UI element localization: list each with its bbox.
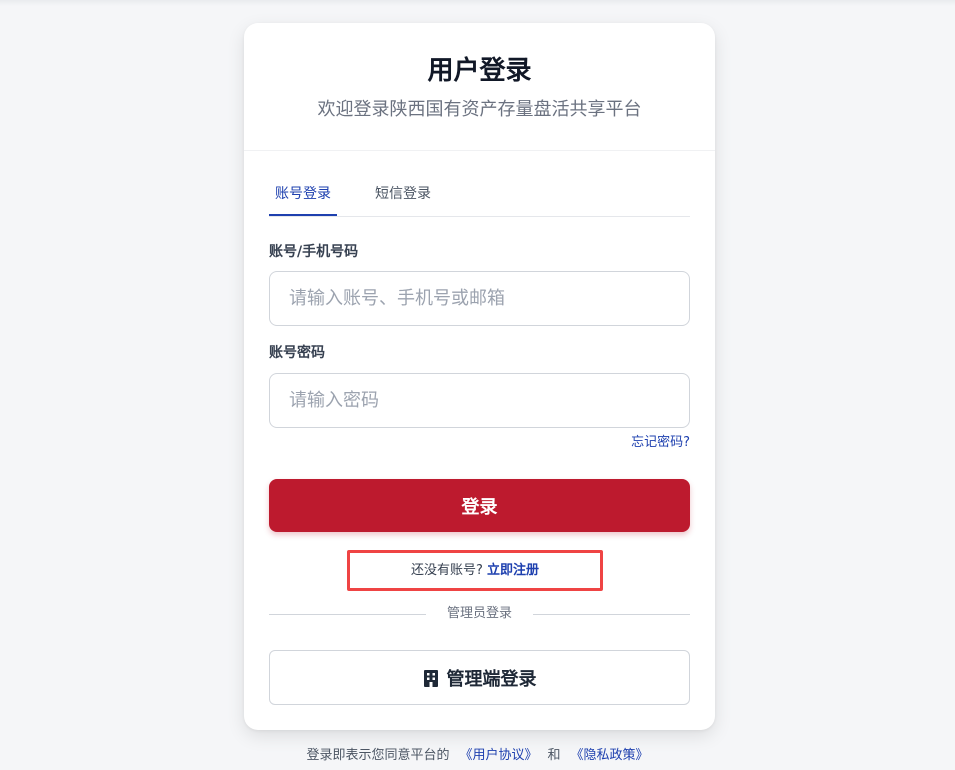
- admin-divider-label: 管理员登录: [446, 606, 512, 621]
- footer-agreement: 登录即表示您同意平台的 《用户协议》和《隐私政策》: [0, 746, 955, 766]
- page-subtitle: 欢迎登录陕西国有资产存量盘活共享平台: [317, 99, 642, 120]
- login-button[interactable]: 登录: [269, 479, 690, 532]
- divider-line-left: [269, 614, 426, 615]
- admin-divider: 管理员登录: [269, 605, 690, 623]
- register-prompt-text: 还没有账号?: [411, 563, 483, 578]
- footer-conjunction: 和: [547, 748, 561, 763]
- divider-line-right: [533, 614, 690, 615]
- admin-login-button[interactable]: 管理端登录: [269, 650, 690, 705]
- login-card: 用户登录 欢迎登录陕西国有资产存量盘活共享平台 账号登录 短信登录 账号/手机号…: [244, 23, 715, 730]
- forgot-password-link[interactable]: 忘记密码?: [631, 434, 690, 452]
- card-header: 用户登录 欢迎登录陕西国有资产存量盘活共享平台: [244, 23, 715, 151]
- tab-account-login[interactable]: 账号登录: [269, 176, 337, 216]
- privacy-policy-link[interactable]: 《隐私政策》: [571, 748, 649, 763]
- admin-login-label: 管理端登录: [446, 668, 537, 690]
- footer-prefix: 登录即表示您同意平台的: [306, 748, 450, 763]
- user-agreement-link[interactable]: 《用户协议》: [459, 748, 537, 763]
- page-title: 用户登录: [427, 56, 532, 86]
- register-link[interactable]: 立即注册: [487, 563, 539, 578]
- password-label: 账号密码: [269, 345, 325, 361]
- account-label: 账号/手机号码: [269, 244, 359, 260]
- register-prompt: 还没有账号? 立即注册: [347, 550, 603, 591]
- building-icon: [423, 669, 439, 687]
- password-input[interactable]: [269, 373, 690, 428]
- tab-sms-login[interactable]: 短信登录: [369, 176, 437, 216]
- account-input[interactable]: [269, 271, 690, 326]
- login-tabs: 账号登录 短信登录: [269, 176, 690, 217]
- top-shadow: [0, 0, 955, 6]
